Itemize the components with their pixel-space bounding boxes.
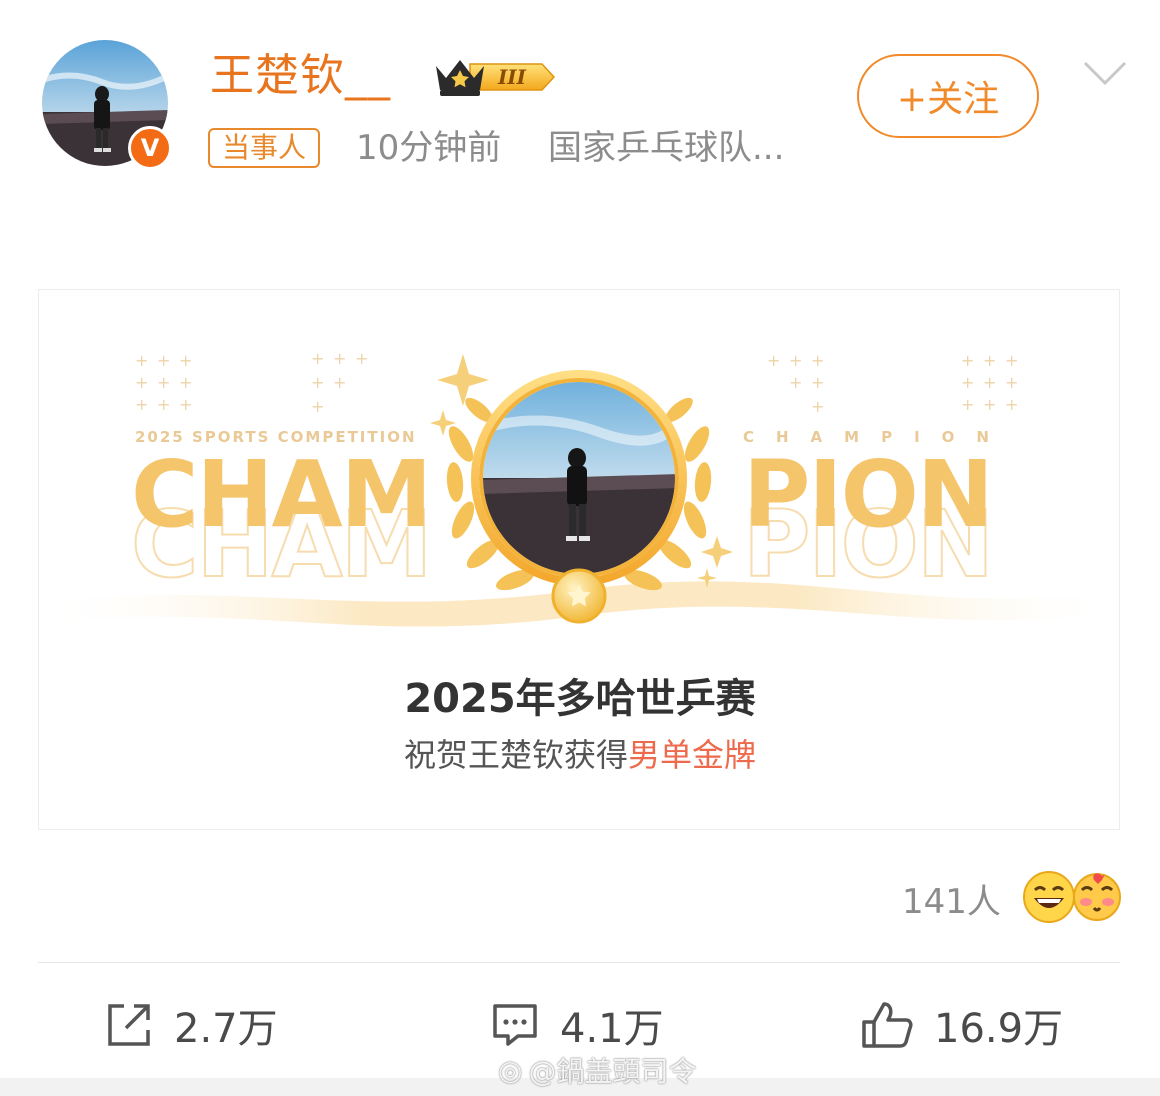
svg-text:+: + — [961, 373, 974, 392]
svg-text:+: + — [767, 351, 780, 370]
svg-text:+: + — [179, 351, 192, 370]
weibo-logo-icon: ◎ — [498, 1053, 523, 1087]
follow-button[interactable]: +关注 — [857, 54, 1039, 138]
chevron-down-icon[interactable] — [1082, 58, 1128, 92]
comment-count: 4.1万 — [560, 1006, 664, 1052]
svg-text:+: + — [811, 397, 824, 416]
event-title: 2025年多哈世乒赛 — [404, 676, 756, 722]
like-button[interactable]: 16.9万 — [860, 996, 1063, 1054]
repost-icon — [108, 1004, 150, 1046]
role-tag: 当事人 — [208, 128, 321, 168]
reaction-count[interactable]: 141人 — [902, 874, 1001, 923]
svg-text:+: + — [311, 373, 324, 392]
svg-text:+: + — [135, 395, 148, 414]
svg-text:+: + — [135, 351, 148, 370]
comment-button[interactable]: 4.1万 — [490, 996, 664, 1054]
username[interactable]: 王楚钦__ — [210, 46, 391, 106]
watermark-text: @鍋盖頭司令 — [528, 1055, 697, 1088]
vip-level-badge: III — [430, 54, 556, 104]
svg-text:+: + — [983, 373, 996, 392]
post-source[interactable]: 国家乒乓球队... — [548, 126, 784, 170]
svg-text:+: + — [789, 373, 802, 392]
svg-text:+: + — [333, 349, 346, 368]
post-time: 10分钟前 — [356, 128, 502, 168]
svg-text:+: + — [1005, 395, 1018, 414]
congrats-highlight: 男单金牌 — [628, 736, 757, 774]
comment-icon — [493, 1004, 537, 1046]
like-count: 16.9万 — [934, 1006, 1064, 1052]
svg-text:+: + — [983, 395, 996, 414]
svg-text:+: + — [157, 351, 170, 370]
svg-text:+: + — [355, 349, 368, 368]
svg-text:+: + — [961, 351, 974, 370]
laughing-emoji-icon[interactable] — [1022, 870, 1076, 928]
repost-button[interactable]: 2.7万 — [104, 996, 278, 1054]
kissing-emoji-icon[interactable] — [1072, 870, 1122, 928]
svg-text:+: + — [811, 351, 824, 370]
watermark: ◎ @鍋盖頭司令 — [498, 1050, 696, 1090]
vip-level-text: III — [497, 65, 527, 89]
weibo-post: V 王楚钦__ III 当事人 10分钟前 国家乒乓球队... +关注 + + … — [0, 0, 1160, 1096]
repost-count: 2.7万 — [174, 1006, 278, 1052]
svg-text:+: + — [157, 395, 170, 414]
champion-card[interactable]: + + + + + + + + + + + + + + + + + + + + + + + + + + + + +… — [38, 289, 1120, 830]
svg-text:+: + — [179, 373, 192, 392]
svg-text:+: + — [179, 395, 192, 414]
svg-text:+: + — [157, 373, 170, 392]
divider — [38, 962, 1120, 963]
thumbs-up-icon — [862, 1002, 913, 1048]
champ-right-text: PION — [743, 441, 994, 548]
svg-text:+: + — [311, 397, 324, 416]
svg-text:+: + — [135, 373, 148, 392]
svg-text:+: + — [333, 373, 346, 392]
verified-badge-icon: V — [128, 126, 172, 170]
svg-text:+: + — [789, 351, 802, 370]
congrats-prefix: 祝贺王楚钦获得 — [403, 736, 628, 774]
svg-text:+: + — [1005, 373, 1018, 392]
svg-text:+: + — [1005, 351, 1018, 370]
svg-text:+: + — [961, 395, 974, 414]
congrats-text: 祝贺王楚钦获得男单金牌 — [39, 730, 1119, 776]
champ-left-text: CHAM — [131, 441, 432, 548]
svg-text:+: + — [983, 351, 996, 370]
svg-text:+: + — [811, 373, 824, 392]
svg-text:+: + — [311, 349, 324, 368]
